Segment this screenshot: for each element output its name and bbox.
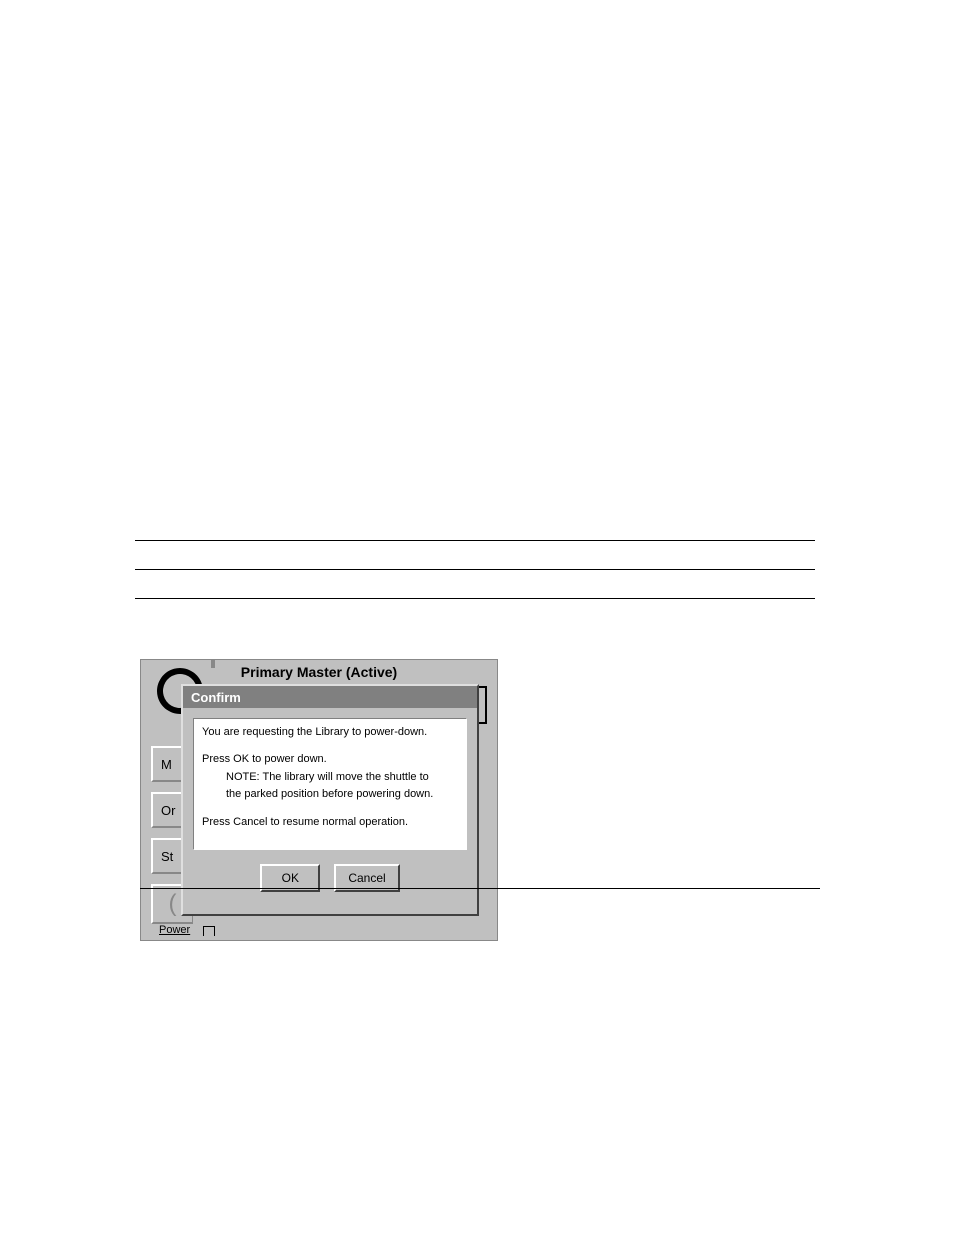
application-window: Primary Master (Active) M Or St Power Co… [140,659,498,941]
page-container: Primary Master (Active) M Or St Power Co… [135,540,815,941]
divider [140,888,820,889]
dialog-body: You are requesting the Library to power-… [183,708,477,902]
divider [135,598,815,599]
dialog-message: You are requesting the Library to power-… [193,718,467,850]
tab-notch [203,926,215,936]
dialog-titlebar: Confirm [183,686,477,708]
window-title: Primary Master (Active) [241,664,397,680]
message-text: You are requesting the Library to power-… [202,725,458,740]
power-label: Power [159,924,190,936]
message-text: NOTE: The library will move the shuttle … [202,770,458,785]
message-text: the parked position before powering down… [202,787,458,802]
message-text: Press OK to power down. [202,752,458,767]
message-text: Press Cancel to resume normal operation. [202,815,458,830]
confirm-dialog: Confirm You are requesting the Library t… [181,684,479,916]
dialog-title: Confirm [191,690,241,705]
